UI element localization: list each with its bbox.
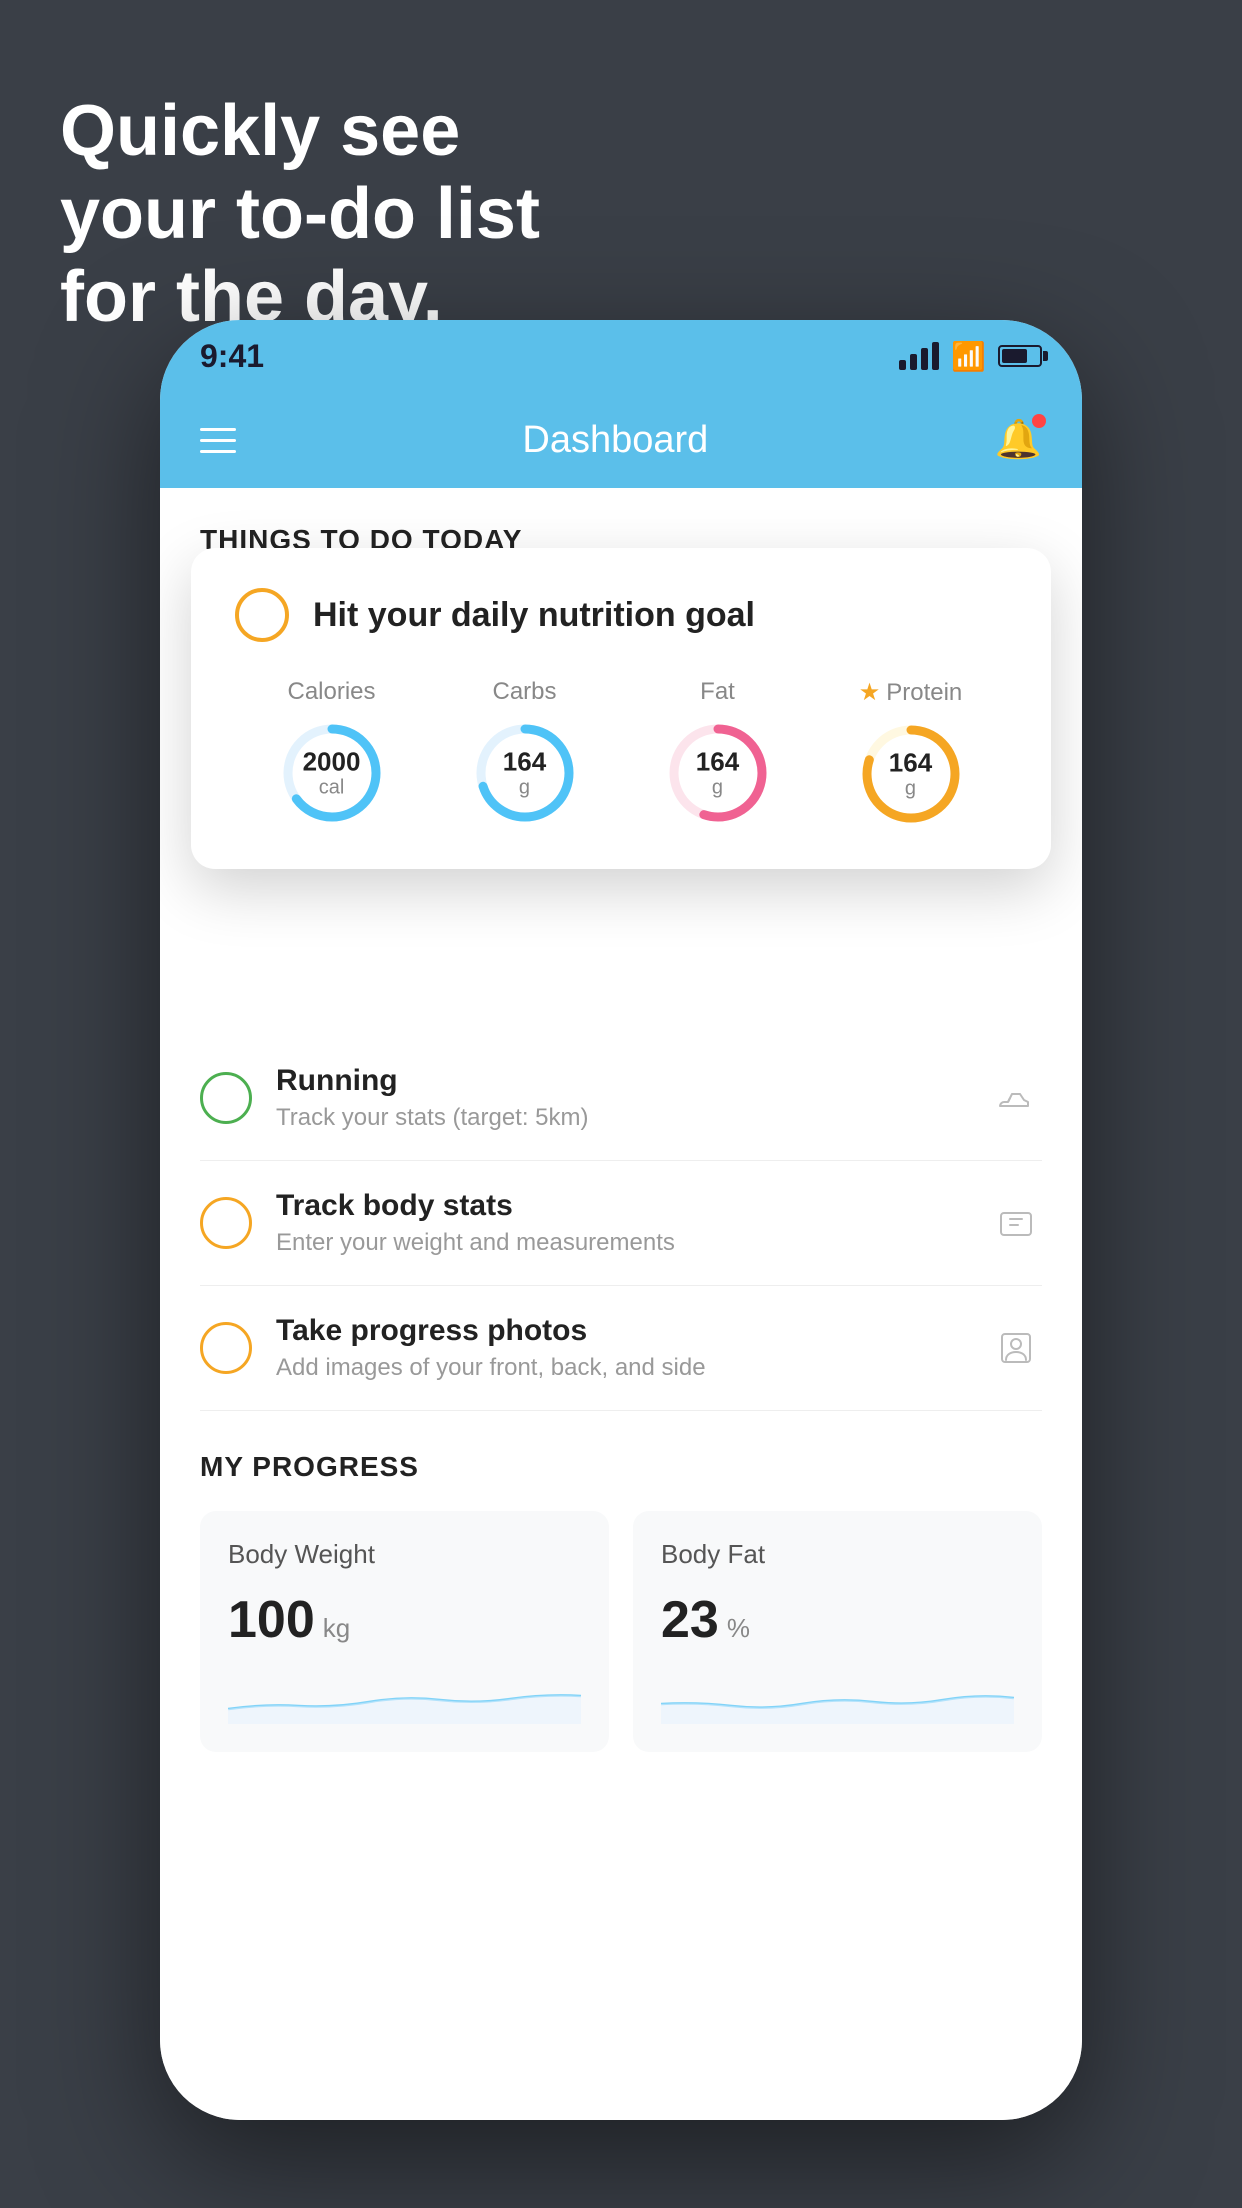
phone-mockup: 9:41 📶 Dashboard 🔔 THINGS TO DO TOD: [160, 320, 1082, 2120]
todo-item-running[interactable]: Running Track your stats (target: 5km): [200, 1036, 1042, 1161]
calories-progress-circle: 2000 cal: [277, 718, 387, 828]
battery-icon: [998, 345, 1042, 367]
fat-unit: g: [696, 776, 739, 798]
nutrition-check-circle[interactable]: [235, 588, 289, 642]
body-fat-chart: [661, 1674, 1014, 1724]
header-title: Dashboard: [522, 419, 708, 462]
portrait-icon: [990, 1322, 1042, 1374]
protein-progress-circle: 164 g: [856, 719, 966, 829]
body-weight-card[interactable]: Body Weight 100 kg: [200, 1511, 609, 1752]
todo-text-track-body: Track body stats Enter your weight and m…: [276, 1189, 966, 1257]
stat-calories-label: Calories: [287, 678, 375, 706]
progress-header: MY PROGRESS: [200, 1451, 1042, 1483]
protein-value: 164: [889, 749, 932, 778]
nutrition-card-title: Hit your daily nutrition goal: [313, 596, 755, 635]
headline-line2: your to-do list: [60, 174, 540, 254]
content-area: THINGS TO DO TODAY Hit your daily nutrit…: [160, 488, 1082, 2120]
todo-item-track-body[interactable]: Track body stats Enter your weight and m…: [200, 1161, 1042, 1286]
todo-name-running: Running: [276, 1064, 966, 1098]
body-fat-card[interactable]: Body Fat 23 %: [633, 1511, 1042, 1752]
stat-fat: Fat 164 g: [663, 678, 773, 828]
hamburger-menu[interactable]: [200, 428, 236, 453]
status-bar: 9:41 📶: [160, 320, 1082, 392]
body-fat-value: 23: [661, 1590, 719, 1650]
body-fat-title: Body Fat: [661, 1539, 1014, 1570]
protein-unit: g: [889, 777, 932, 799]
nutrition-card: Hit your daily nutrition goal Calories 2…: [191, 548, 1051, 869]
todo-text-running: Running Track your stats (target: 5km): [276, 1064, 966, 1132]
todo-circle-track-body: [200, 1197, 252, 1249]
stat-fat-label: Fat: [700, 678, 735, 706]
progress-cards: Body Weight 100 kg Body Fat: [200, 1511, 1042, 1752]
stat-protein-label: ★ Protein: [859, 678, 963, 707]
progress-section: MY PROGRESS Body Weight 100 kg: [160, 1451, 1082, 1752]
body-weight-unit: kg: [323, 1613, 350, 1644]
app-header: Dashboard 🔔: [160, 392, 1082, 488]
todo-circle-running: [200, 1072, 252, 1124]
stat-carbs-label: Carbs: [492, 678, 556, 706]
todo-text-photos: Take progress photos Add images of your …: [276, 1314, 966, 1382]
todo-list: Running Track your stats (target: 5km) T…: [160, 1036, 1082, 1411]
fat-value: 164: [696, 748, 739, 777]
calories-unit: cal: [303, 776, 361, 798]
headline: Quickly see your to-do list for the day.: [60, 90, 540, 338]
star-icon: ★: [859, 678, 881, 707]
calories-value: 2000: [303, 748, 361, 777]
wifi-icon: 📶: [951, 340, 986, 373]
todo-item-photos[interactable]: Take progress photos Add images of your …: [200, 1286, 1042, 1411]
stat-protein: ★ Protein 164 g: [856, 678, 966, 829]
body-fat-unit: %: [727, 1613, 750, 1644]
carbs-progress-circle: 164 g: [470, 718, 580, 828]
fat-progress-circle: 164 g: [663, 718, 773, 828]
stat-calories: Calories 2000 cal: [277, 678, 387, 828]
body-weight-value: 100: [228, 1590, 315, 1650]
headline-line1: Quickly see: [60, 91, 460, 171]
body-weight-chart: [228, 1674, 581, 1724]
status-time: 9:41: [200, 338, 264, 375]
todo-desc-running: Track your stats (target: 5km): [276, 1104, 966, 1132]
todo-circle-photos: [200, 1322, 252, 1374]
notification-dot: [1032, 414, 1046, 428]
scale-icon: [990, 1197, 1042, 1249]
todo-desc-track-body: Enter your weight and measurements: [276, 1229, 966, 1257]
todo-desc-photos: Add images of your front, back, and side: [276, 1354, 966, 1382]
todo-name-track-body: Track body stats: [276, 1189, 966, 1223]
body-weight-title: Body Weight: [228, 1539, 581, 1570]
carbs-unit: g: [503, 776, 546, 798]
stat-carbs: Carbs 164 g: [470, 678, 580, 828]
notification-bell[interactable]: 🔔: [995, 418, 1042, 462]
carbs-value: 164: [503, 748, 546, 777]
nutrition-stats: Calories 2000 cal Carbs: [235, 678, 1007, 829]
shoe-icon: [990, 1072, 1042, 1124]
todo-name-photos: Take progress photos: [276, 1314, 966, 1348]
signal-icon: [899, 342, 939, 370]
status-icons: 📶: [899, 340, 1042, 373]
